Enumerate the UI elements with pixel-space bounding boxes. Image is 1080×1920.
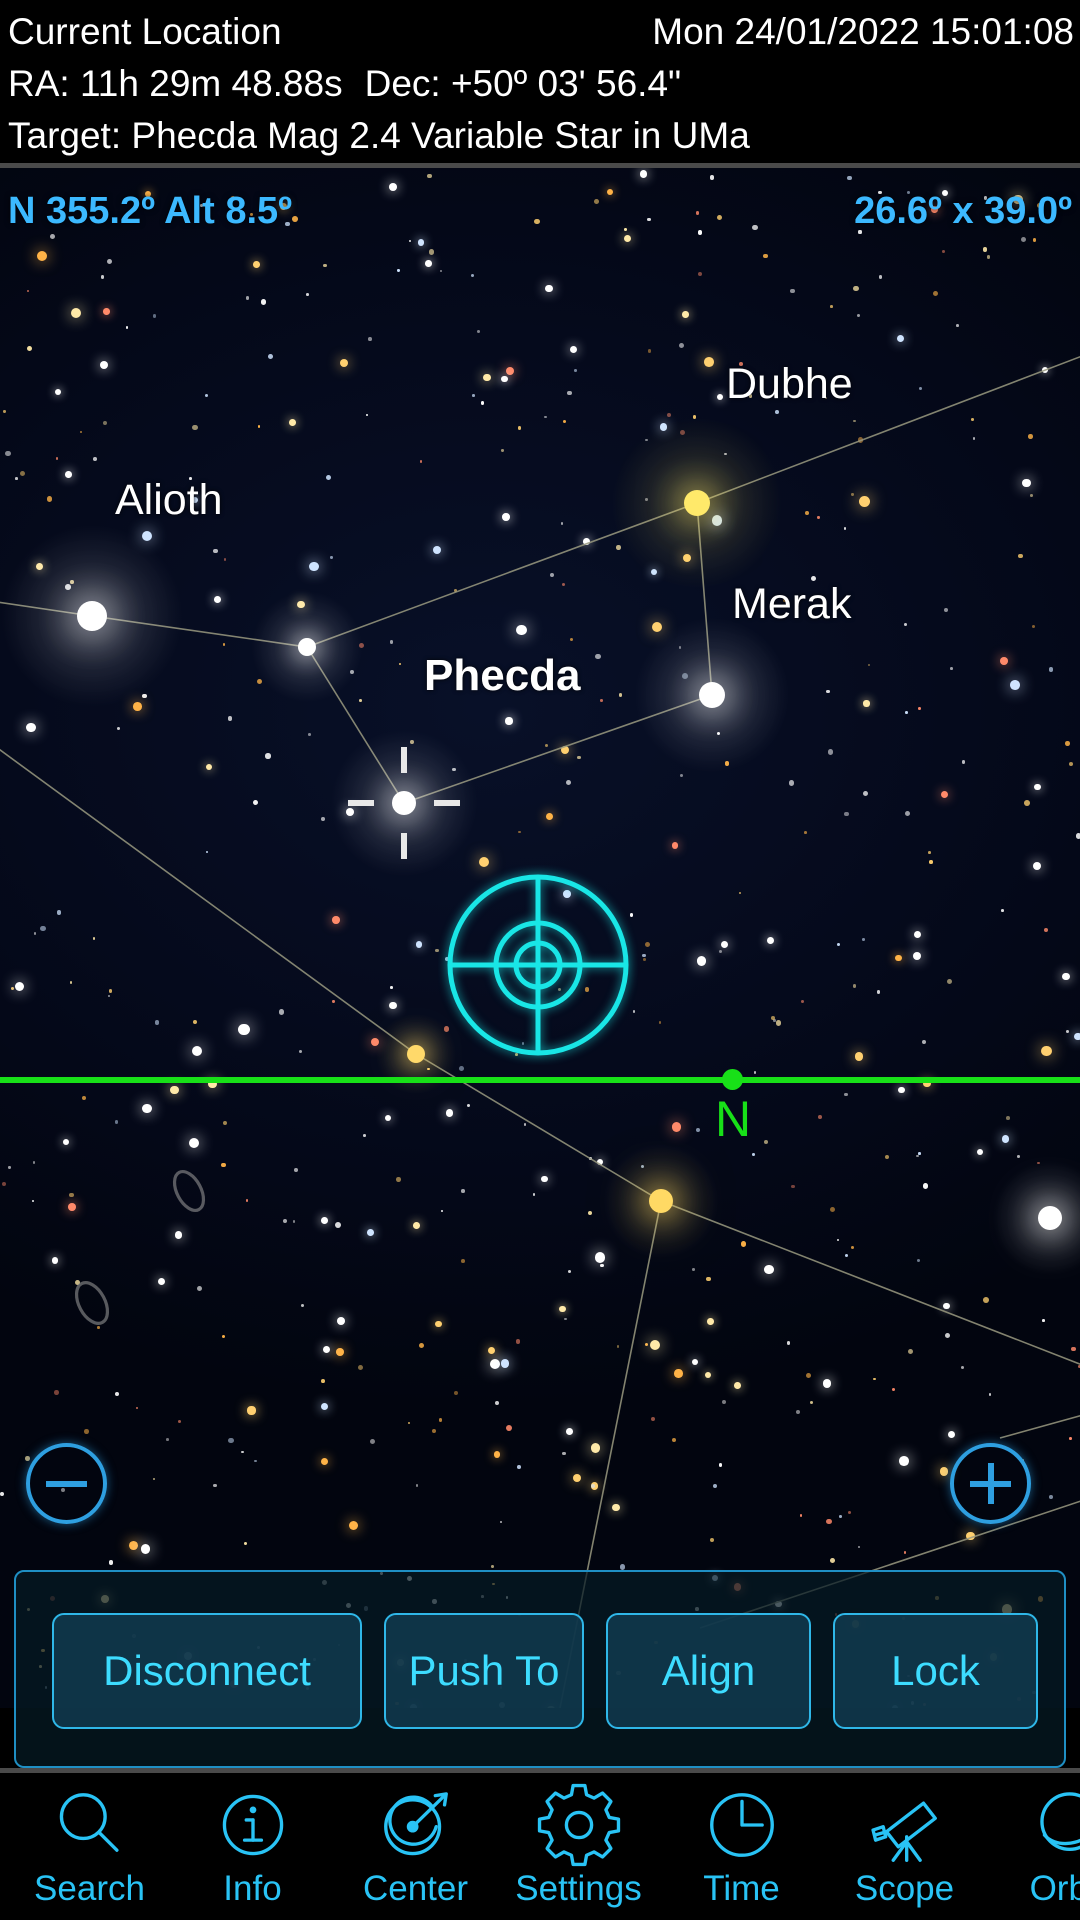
star-chart-app: Current Location Mon 24/01/2022 15:01:08… bbox=[0, 0, 1080, 1920]
telescope-icon bbox=[863, 1783, 947, 1867]
telescope-reticle bbox=[447, 874, 629, 1056]
current-location-label: Current Location bbox=[8, 11, 282, 52]
clock-icon bbox=[700, 1783, 784, 1867]
dec-label: Dec: bbox=[364, 63, 441, 104]
star-label[interactable]: Merak bbox=[732, 580, 851, 629]
bright-star[interactable] bbox=[1038, 1206, 1062, 1230]
dec-value: +50º 03' 56.4" bbox=[450, 63, 682, 104]
header-datetime: Mon 24/01/2022 15:01:08 bbox=[652, 11, 1074, 52]
zoom-in-button[interactable] bbox=[950, 1443, 1031, 1524]
header-row-location: Current Location Mon 24/01/2022 15:01:08 bbox=[0, 6, 1080, 58]
bright-star[interactable] bbox=[392, 791, 416, 815]
nav-item-scope[interactable]: Scope bbox=[823, 1773, 986, 1920]
ra-value: 11h 29m 48.88s bbox=[79, 63, 343, 104]
star-label[interactable]: Phecda bbox=[424, 651, 581, 701]
scope-button-label: Push To bbox=[408, 1647, 560, 1694]
sky-view[interactable]: Dubhe Alioth Merak Phecda N 355.2º Alt 8.5º… bbox=[0, 168, 1080, 1708]
gear-icon bbox=[537, 1783, 621, 1867]
bright-star[interactable] bbox=[407, 1045, 425, 1063]
bright-star[interactable] bbox=[298, 638, 316, 656]
star-label[interactable]: Alioth bbox=[115, 476, 223, 525]
bright-star[interactable] bbox=[77, 601, 107, 631]
tick-right bbox=[434, 800, 460, 806]
info-icon bbox=[211, 1783, 295, 1867]
search-icon bbox=[48, 1783, 132, 1867]
star-label[interactable]: Dubhe bbox=[726, 360, 853, 409]
nav-item-label: Settings bbox=[515, 1869, 642, 1908]
zoom-out-button[interactable] bbox=[26, 1443, 107, 1524]
scope-button-disconnect[interactable]: Disconnect bbox=[52, 1613, 362, 1729]
tick-left bbox=[348, 800, 374, 806]
cardinal-north-label: N bbox=[715, 1091, 752, 1147]
orbit-icon bbox=[1026, 1783, 1080, 1867]
bright-star[interactable] bbox=[649, 1189, 673, 1213]
nav-item-info[interactable]: Info bbox=[171, 1773, 334, 1920]
nav-item-settings[interactable]: Settings bbox=[497, 1773, 660, 1920]
cardinal-point-marker bbox=[722, 1069, 743, 1090]
target-value: Phecda Mag 2.4 Variable Star in UMa bbox=[131, 115, 750, 156]
header-info-panel: Current Location Mon 24/01/2022 15:01:08… bbox=[0, 0, 1080, 163]
scope-button-row: Disconnect Push To Align Lock bbox=[16, 1572, 1068, 1770]
target-line: Target: Phecda Mag 2.4 Variable Star in … bbox=[8, 110, 750, 162]
nav-item-time[interactable]: Time bbox=[660, 1773, 823, 1920]
field-of-view-readout: 26.6º x 39.0º bbox=[854, 190, 1072, 232]
bright-star[interactable] bbox=[699, 682, 725, 708]
scope-button-label: Lock bbox=[891, 1647, 980, 1694]
header-row-coords: RA: 11h 29m 48.88s Dec: +50º 03' 56.4" bbox=[0, 58, 1080, 110]
nav-item-label: Orbit bbox=[1029, 1869, 1080, 1908]
scope-button-lock[interactable]: Lock bbox=[833, 1613, 1038, 1729]
plus-icon-vertical bbox=[988, 1463, 994, 1504]
coordinates-line: RA: 11h 29m 48.88s Dec: +50º 03' 56.4" bbox=[8, 58, 681, 110]
scope-button-push-to[interactable]: Push To bbox=[384, 1613, 584, 1729]
tick-bottom bbox=[401, 833, 407, 859]
tick-top bbox=[401, 747, 407, 773]
scope-button-label: Align bbox=[661, 1647, 756, 1694]
target-label: Target: bbox=[8, 115, 122, 156]
ra-label: RA: bbox=[8, 63, 70, 104]
horizon-line bbox=[0, 1077, 1080, 1083]
header-row-target: Target: Phecda Mag 2.4 Variable Star in … bbox=[0, 110, 1080, 162]
nav-item-search[interactable]: Search bbox=[8, 1773, 171, 1920]
minus-icon bbox=[46, 1481, 87, 1487]
nav-item-label: Scope bbox=[854, 1869, 955, 1908]
nav-item-label: Info bbox=[223, 1869, 282, 1908]
orientation-readout: N 355.2º Alt 8.5º bbox=[8, 190, 293, 232]
center-target-icon bbox=[374, 1783, 458, 1867]
bright-star[interactable] bbox=[684, 490, 710, 516]
scope-button-align[interactable]: Align bbox=[606, 1613, 811, 1729]
nav-item-label: Center bbox=[362, 1869, 469, 1908]
nav-item-label: Search bbox=[34, 1869, 145, 1908]
nav-item-orbit[interactable]: Orbit bbox=[986, 1773, 1080, 1920]
nav-item-center[interactable]: Center bbox=[334, 1773, 497, 1920]
scope-button-label: Disconnect bbox=[103, 1647, 311, 1694]
bottom-navigation-bar: Search Info Center Settings Time Scope Orbit bbox=[0, 1773, 1080, 1920]
nav-item-label: Time bbox=[703, 1869, 780, 1908]
scope-control-panel: Disconnect Push To Align Lock bbox=[14, 1570, 1066, 1768]
